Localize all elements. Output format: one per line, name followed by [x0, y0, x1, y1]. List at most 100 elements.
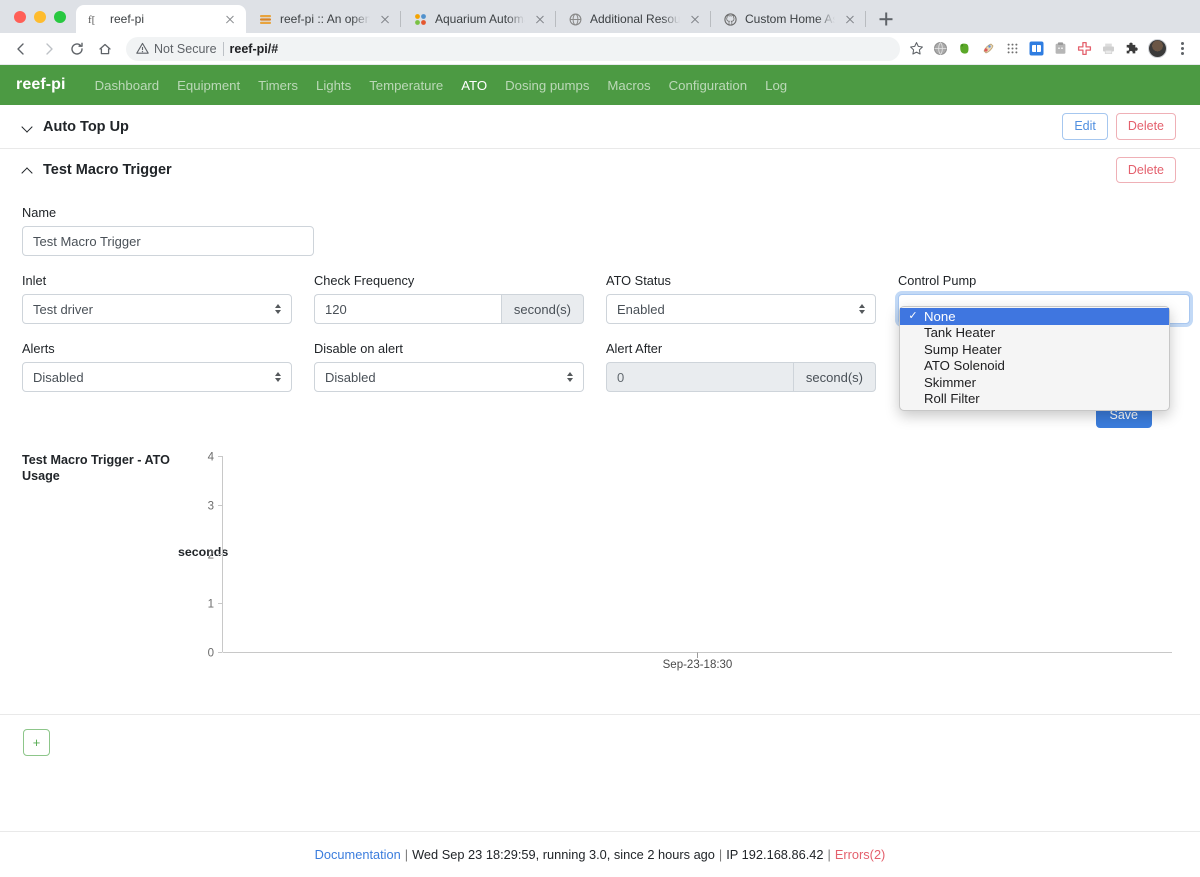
nav-dosing-pumps[interactable]: Dosing pumps — [496, 78, 598, 93]
name-field-group: Name Test Macro Trigger — [22, 205, 314, 256]
toolbar-extensions — [908, 39, 1192, 58]
close-tab-icon[interactable] — [222, 11, 238, 27]
forward-icon[interactable] — [36, 36, 62, 62]
dropdown-option-skimmer[interactable]: Skimmer — [900, 374, 1169, 391]
nav-lights[interactable]: Lights — [307, 78, 360, 93]
nav-configuration[interactable]: Configuration — [660, 78, 756, 93]
browser-tab-additional-resources[interactable]: Additional Resources — [556, 5, 711, 33]
security-indicator[interactable]: Not Secure — [136, 42, 217, 56]
test-macro-trigger-actions: Delete — [1115, 156, 1176, 184]
disable-on-alert-select[interactable]: Disabled — [314, 362, 584, 392]
browser-window: f[ reef-pi reef-pi :: An opensource reef… — [0, 0, 1200, 877]
alerts-field-group: Alerts Disabled — [22, 341, 314, 392]
add-ato-button[interactable]: + — [23, 729, 50, 756]
puzzle-icon[interactable] — [1124, 40, 1141, 57]
nav-macros[interactable]: Macros — [598, 78, 659, 93]
alerts-select[interactable]: Disabled — [22, 362, 292, 392]
grid-icon[interactable] — [1004, 40, 1021, 57]
chevron-up-icon[interactable] — [22, 165, 33, 176]
tab-title: Additional Resources — [590, 12, 680, 26]
address-bar[interactable]: Not Secure reef-pi/# — [126, 36, 900, 61]
browser-tab-aquarium-automation[interactable]: Aquarium Automation with Ree — [401, 5, 556, 33]
dropdown-option-none[interactable]: ✓ None — [900, 308, 1169, 325]
delete-button[interactable]: Delete — [1115, 156, 1176, 184]
dropdown-option-ato-solenoid[interactable]: ATO Solenoid — [900, 358, 1169, 375]
documentation-link[interactable]: Documentation — [315, 847, 401, 862]
footer-errors[interactable]: Errors(2) — [835, 847, 885, 862]
printer-icon[interactable] — [1100, 40, 1117, 57]
check-frequency-field-group: Check Frequency 120 second(s) — [314, 273, 606, 324]
inlet-label: Inlet — [22, 273, 47, 288]
dictionary-icon[interactable] — [1028, 40, 1045, 57]
section-test-macro-trigger[interactable]: Test Macro Trigger Delete — [0, 149, 1200, 191]
nav-log[interactable]: Log — [756, 78, 796, 93]
name-input[interactable]: Test Macro Trigger — [22, 226, 314, 256]
nav-ato[interactable]: ATO — [452, 78, 496, 93]
chart-ytick-3: 3 — [208, 501, 214, 513]
reefpi-icon: f[ — [87, 11, 103, 27]
control-pump-dropdown[interactable]: ✓ None Tank Heater Sump Heater ATO Solen… — [899, 306, 1170, 411]
bookmark-star-icon[interactable] — [908, 40, 925, 57]
close-tab-icon[interactable] — [842, 11, 858, 27]
nav-dashboard[interactable]: Dashboard — [86, 78, 169, 93]
nav-temperature[interactable]: Temperature — [360, 78, 452, 93]
control-pump-label: Control Pump — [898, 273, 977, 288]
delete-button[interactable]: Delete — [1115, 113, 1176, 140]
new-tab-button[interactable] — [872, 5, 900, 33]
dropdown-option-tank-heater[interactable]: Tank Heater — [900, 325, 1169, 342]
nav-timers[interactable]: Timers — [249, 78, 307, 93]
ato-status-select[interactable]: Enabled — [606, 294, 876, 324]
inlet-select[interactable]: Test driver — [22, 294, 292, 324]
tab-strip: f[ reef-pi reef-pi :: An opensource reef… — [0, 0, 1200, 33]
close-tab-icon[interactable] — [687, 11, 703, 27]
omnibox-divider — [222, 41, 224, 56]
tab-title: reef-pi :: An opensource reef ta — [280, 12, 370, 26]
option-label: ATO Solenoid — [924, 358, 1005, 374]
section-auto-top-up[interactable]: Auto Top Up Edit Delete — [0, 105, 1200, 149]
joomla-icon — [412, 11, 428, 27]
dropdown-option-sump-heater[interactable]: Sump Heater — [900, 341, 1169, 358]
close-tab-icon[interactable] — [532, 11, 548, 27]
check-frequency-input[interactable]: 120 — [314, 294, 501, 324]
browser-tab-reef-pi[interactable]: f[ reef-pi — [76, 5, 246, 33]
inlet-value: Test driver — [33, 301, 93, 317]
palette-icon[interactable] — [980, 40, 997, 57]
edit-button[interactable]: Edit — [1062, 113, 1108, 140]
chevron-down-icon[interactable] — [22, 121, 33, 132]
option-label: None — [924, 308, 956, 324]
ato-usage-chart: Test Macro Trigger - ATO Usage seconds 4… — [0, 448, 1200, 693]
tab-title: reef-pi — [110, 12, 145, 26]
profile-avatar[interactable] — [1148, 39, 1167, 58]
home-icon[interactable] — [92, 36, 118, 62]
disable-on-alert-label: Disable on alert — [314, 341, 403, 356]
reload-icon[interactable] — [64, 36, 90, 62]
warning-icon — [136, 42, 149, 54]
minimize-window-button[interactable] — [34, 11, 46, 23]
clipboard-icon[interactable] — [1052, 40, 1069, 57]
alert-after-input[interactable]: 0 — [606, 362, 793, 392]
nav-equipment[interactable]: Equipment — [168, 78, 249, 93]
alerts-label: Alerts — [22, 341, 55, 356]
check-frequency-label: Check Frequency — [314, 273, 415, 288]
alerts-value: Disabled — [33, 369, 84, 385]
section-title-auto-top-up: Auto Top Up — [22, 119, 129, 135]
close-tab-icon[interactable] — [377, 11, 393, 27]
browser-tab-reefpi-site[interactable]: reef-pi :: An opensource reef ta — [246, 5, 401, 33]
chrome-menu-icon[interactable] — [1174, 40, 1190, 58]
auto-top-up-actions: Edit Delete — [1062, 113, 1176, 140]
globe-extension-icon[interactable] — [932, 40, 949, 57]
check-frequency-input-group: 120 second(s) — [314, 294, 584, 324]
chart-svg: 4 3 2 1 0 Sep-23-18:30 — [208, 452, 1172, 671]
back-icon[interactable] — [8, 36, 34, 62]
control-pump-field-group: Control Pump None ✓ None — [898, 273, 1190, 411]
app-brand[interactable]: reef-pi — [16, 76, 66, 94]
browser-toolbar: Not Secure reef-pi/# — [0, 33, 1200, 65]
redcross-icon[interactable] — [1076, 40, 1093, 57]
maximize-window-button[interactable] — [54, 11, 66, 23]
browser-tab-home-assistant-config[interactable]: Custom Home Assistant Config — [711, 5, 866, 33]
chart-ytick-2: 2 — [208, 550, 214, 562]
close-window-button[interactable] — [14, 11, 26, 23]
evernote-icon[interactable] — [956, 40, 973, 57]
alert-after-unit: second(s) — [792, 362, 876, 392]
dropdown-option-roll-filter[interactable]: Roll Filter — [900, 391, 1169, 408]
